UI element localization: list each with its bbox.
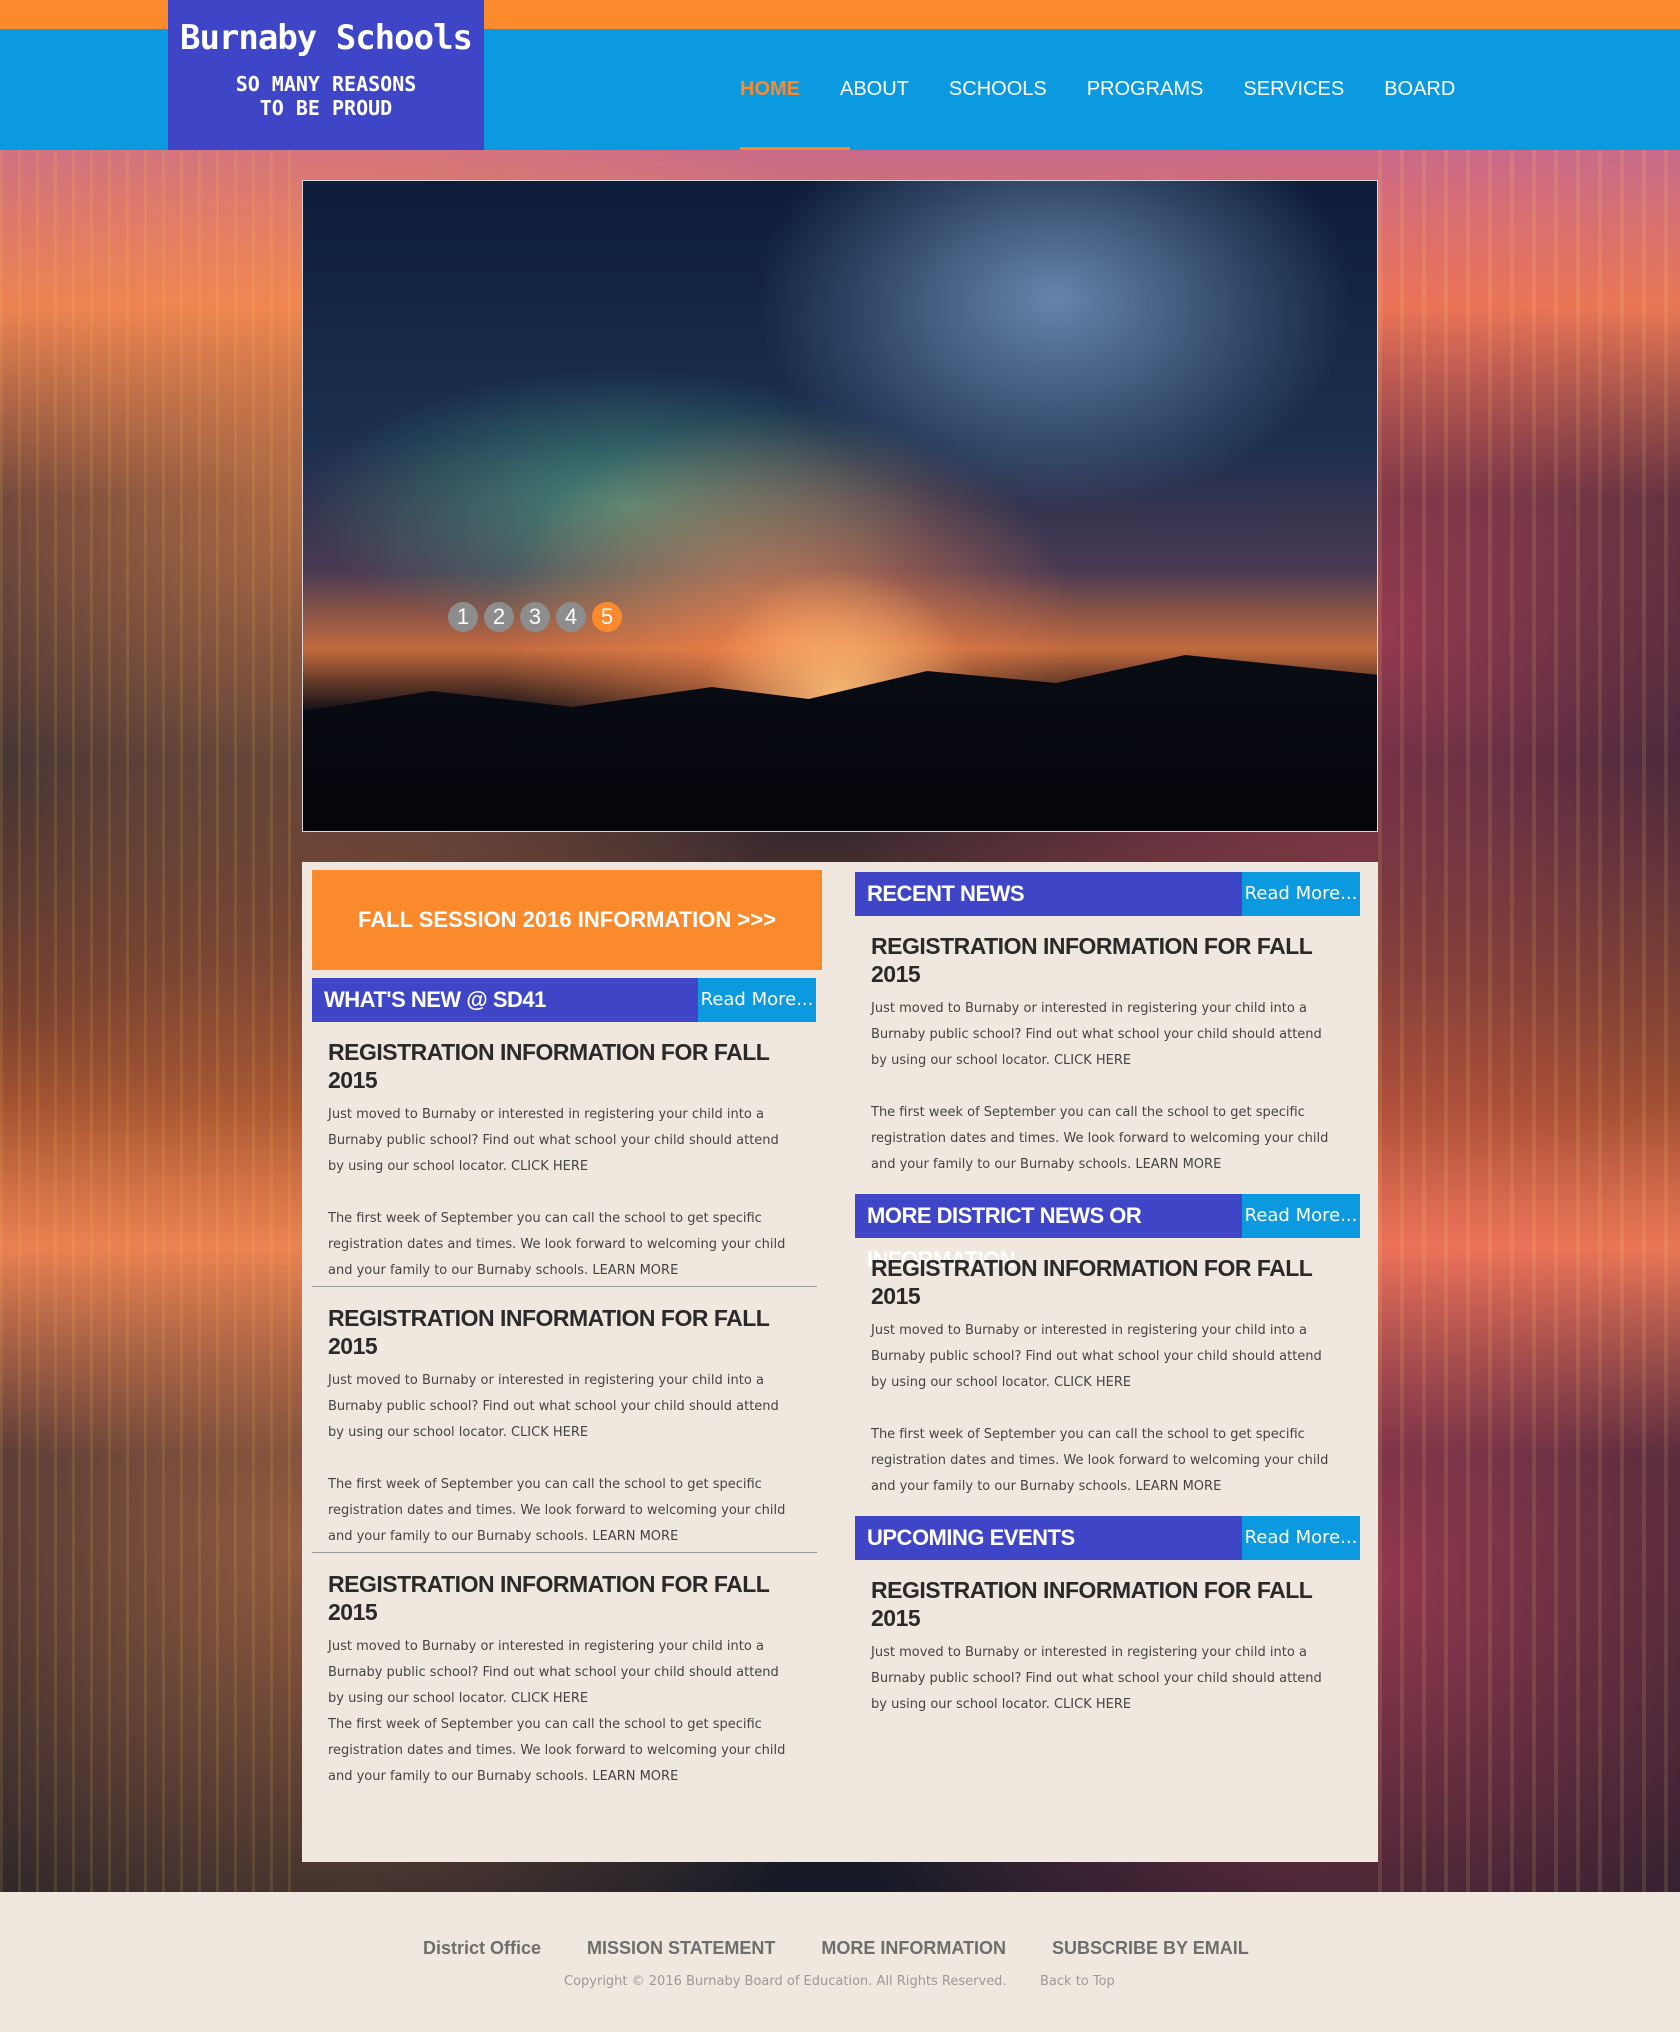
article-item: REGISTRATION INFORMATION FOR FALL 2015 J… <box>871 932 1341 1178</box>
footer-link-more-information[interactable]: MORE INFORMATION <box>821 1938 1006 1959</box>
logo-tagline: SO MANY REASONS TO BE PROUD <box>168 72 484 120</box>
district-news-header: MORE DISTRICT NEWS OR INFORMATION Read M… <box>855 1194 1360 1272</box>
learn-more-link[interactable]: LEARN MORE <box>592 1769 678 1784</box>
logo-title: Burnaby Schools <box>179 18 473 58</box>
article-text: The first week of September you can call… <box>328 1717 786 1784</box>
article-text: The first week of September you can call… <box>871 1427 1329 1494</box>
article-text: The first week of September you can call… <box>328 1477 786 1544</box>
article-item: REGISTRATION INFORMATION FOR FALL 2015 J… <box>328 1570 798 1790</box>
click-here-link[interactable]: CLICK HERE <box>1054 1697 1131 1712</box>
nav-about[interactable]: ABOUT <box>840 77 909 101</box>
article-paragraph: Just moved to Burnaby or interested in r… <box>328 1102 798 1180</box>
copyright-text: Copyright © 2016 Burnaby Board of Educat… <box>564 1974 1007 1989</box>
article-item: REGISTRATION INFORMATION FOR FALL 2015 J… <box>328 1304 798 1550</box>
whats-new-read-more-button[interactable]: Read More... <box>698 978 816 1022</box>
recent-news-read-more-button[interactable]: Read More... <box>1242 872 1360 916</box>
article-paragraph: The first week of September you can call… <box>328 1206 798 1284</box>
main-nav: HOME ABOUT SCHOOLS PROGRAMS SERVICES BOA… <box>740 77 1495 101</box>
footer-link-mission-statement[interactable]: MISSION STATEMENT <box>587 1938 775 1959</box>
fall-session-banner[interactable]: FALL SESSION 2016 INFORMATION >>> <box>312 870 822 970</box>
site-footer: District Office MISSION STATEMENT MORE I… <box>0 1892 1680 2032</box>
city-lights-left <box>0 150 302 1892</box>
city-lights-right <box>1378 150 1680 1892</box>
learn-more-link[interactable]: LEARN MORE <box>592 1263 678 1278</box>
article-divider <box>312 1286 817 1287</box>
footer-link-district-office[interactable]: District Office <box>423 1938 541 1959</box>
slider-dot-2[interactable]: 2 <box>484 602 514 632</box>
article-paragraph: The first week of September you can call… <box>328 1472 798 1550</box>
mountain-silhouette <box>303 655 1377 831</box>
article-paragraph: Just moved to Burnaby or interested in r… <box>871 996 1341 1074</box>
district-news-title: MORE DISTRICT NEWS OR INFORMATION <box>855 1194 1242 1272</box>
site-logo[interactable]: Burnaby Schools SO MANY REASONS TO BE PR… <box>168 0 484 150</box>
back-to-top-link[interactable]: Back to Top <box>1040 1974 1115 1989</box>
article-paragraph: Just moved to Burnaby or interested in r… <box>871 1318 1341 1396</box>
article-text: The first week of September you can call… <box>328 1211 786 1278</box>
article-paragraph: Just moved to Burnaby or interested in r… <box>871 1640 1341 1718</box>
slider-dot-4[interactable]: 4 <box>556 602 586 632</box>
whats-new-header: WHAT'S NEW @ SD41 Read More... <box>312 978 816 1022</box>
article-title: REGISTRATION INFORMATION FOR FALL 2015 <box>871 1255 1312 1309</box>
click-here-link[interactable]: CLICK HERE <box>511 1425 588 1440</box>
article-paragraph: Just moved to Burnaby or interested in r… <box>328 1634 798 1712</box>
article-item: REGISTRATION INFORMATION FOR FALL 2015 J… <box>871 1576 1341 1718</box>
recent-news-title: RECENT NEWS <box>855 872 1242 916</box>
article-paragraph: The first week of September you can call… <box>871 1100 1341 1178</box>
recent-news-header: RECENT NEWS Read More... <box>855 872 1360 916</box>
slider-pagination: 1 2 3 4 5 <box>448 602 628 632</box>
article-paragraph: The first week of September you can call… <box>328 1712 798 1790</box>
nav-schools[interactable]: SCHOOLS <box>949 77 1047 101</box>
click-here-link[interactable]: CLICK HERE <box>511 1159 588 1174</box>
district-news-read-more-button[interactable]: Read More... <box>1242 1194 1360 1238</box>
article-divider <box>312 1552 817 1553</box>
learn-more-link[interactable]: LEARN MORE <box>592 1529 678 1544</box>
whats-new-title: WHAT'S NEW @ SD41 <box>312 978 698 1022</box>
slider-dot-3[interactable]: 3 <box>520 602 550 632</box>
footer-link-subscribe[interactable]: SUBSCRIBE BY EMAIL <box>1052 1938 1249 1959</box>
learn-more-link[interactable]: LEARN MORE <box>1135 1157 1221 1172</box>
logo-tagline-line-1: SO MANY REASONS <box>235 72 417 96</box>
upcoming-events-title: UPCOMING EVENTS <box>855 1516 1242 1560</box>
click-here-link[interactable]: CLICK HERE <box>1054 1053 1131 1068</box>
click-here-link[interactable]: CLICK HERE <box>1054 1375 1131 1390</box>
article-paragraph: Just moved to Burnaby or interested in r… <box>328 1368 798 1446</box>
nav-services[interactable]: SERVICES <box>1243 77 1344 101</box>
upcoming-events-read-more-button[interactable]: Read More... <box>1242 1516 1360 1560</box>
slider-dot-1[interactable]: 1 <box>448 602 478 632</box>
article-paragraph: The first week of September you can call… <box>871 1422 1341 1500</box>
nav-home[interactable]: HOME <box>740 77 800 101</box>
article-text: The first week of September you can call… <box>871 1105 1329 1172</box>
hero-slider-image <box>302 180 1378 832</box>
slider-dot-5[interactable]: 5 <box>592 602 622 632</box>
article-title: REGISTRATION INFORMATION FOR FALL 2015 <box>871 933 1312 987</box>
learn-more-link[interactable]: LEARN MORE <box>1135 1479 1221 1494</box>
article-item: REGISTRATION INFORMATION FOR FALL 2015 J… <box>328 1038 798 1284</box>
article-title: REGISTRATION INFORMATION FOR FALL 2015 <box>871 1577 1312 1631</box>
article-title: REGISTRATION INFORMATION FOR FALL 2015 <box>328 1305 769 1359</box>
nav-programs[interactable]: PROGRAMS <box>1087 77 1204 101</box>
article-title: REGISTRATION INFORMATION FOR FALL 2015 <box>328 1571 769 1625</box>
article-item: REGISTRATION INFORMATION FOR FALL 2015 J… <box>871 1254 1341 1500</box>
upcoming-events-header: UPCOMING EVENTS Read More... <box>855 1516 1360 1560</box>
article-title: REGISTRATION INFORMATION FOR FALL 2015 <box>328 1039 769 1093</box>
content-panel: FALL SESSION 2016 INFORMATION >>> WHAT'S… <box>302 862 1378 1862</box>
logo-tagline-line-2: TO BE PROUD <box>259 96 393 120</box>
click-here-link[interactable]: CLICK HERE <box>511 1691 588 1706</box>
nav-board[interactable]: BOARD <box>1384 77 1455 101</box>
footer-links: District Office MISSION STATEMENT MORE I… <box>423 1938 1295 1959</box>
